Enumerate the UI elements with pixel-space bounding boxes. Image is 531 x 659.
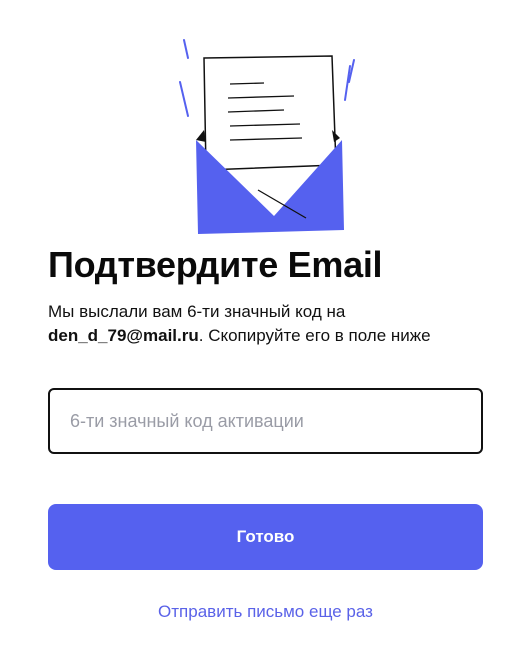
done-button[interactable]: Готово (48, 504, 483, 570)
resend-email-link[interactable]: Отправить письмо еще раз (0, 600, 531, 624)
envelope-with-letter-icon (160, 30, 370, 240)
instructions-suffix: . Скопируйте его в поле ниже (198, 326, 431, 345)
email-address: den_d_79@mail.ru (48, 326, 199, 345)
page-title: Подтвердите Email (48, 244, 383, 285)
activation-code-input[interactable] (48, 388, 483, 454)
instructions-prefix: Мы выслали вам 6-ти значный код на (48, 302, 346, 321)
instructions-text: Мы выслали вам 6-ти значный код на den_d… (48, 300, 493, 348)
